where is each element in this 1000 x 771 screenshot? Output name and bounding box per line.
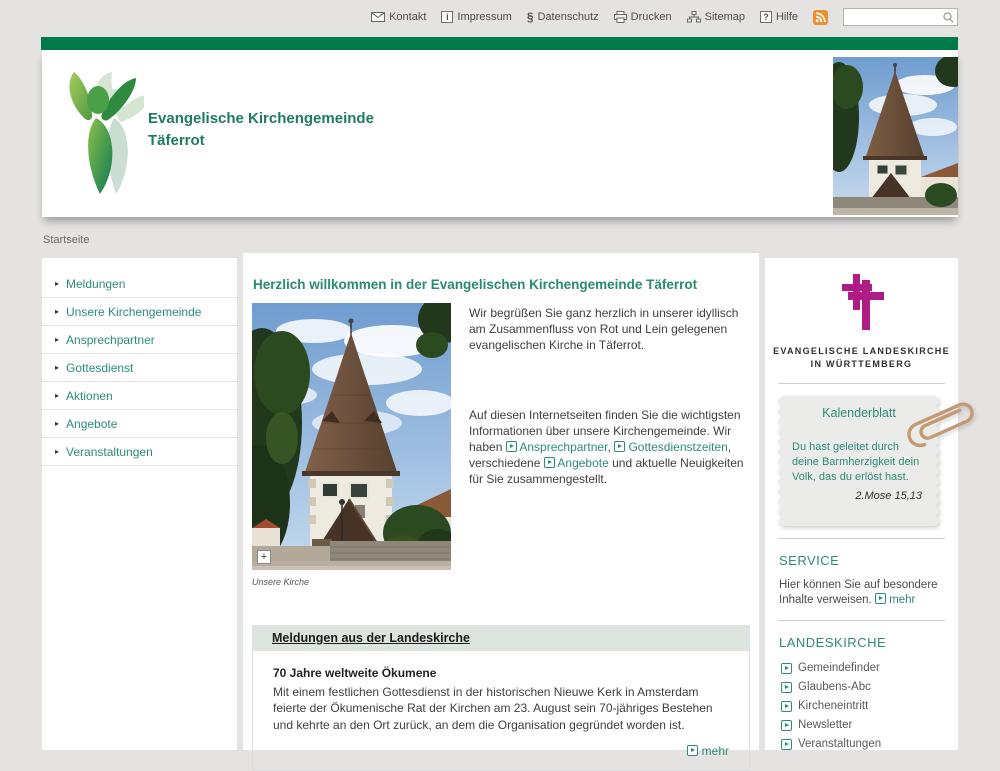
- sitemap-link[interactable]: Sitemap: [687, 11, 745, 23]
- header-church-photo: [833, 57, 958, 215]
- gemeindefinder-link[interactable]: Gemeindefinder: [781, 662, 944, 674]
- triangle-bullet-icon: ▸: [55, 420, 59, 428]
- triangle-bullet-icon: ▸: [55, 336, 59, 344]
- news-section: Meldungen aus der Landeskirche 70 Jahre …: [252, 625, 750, 771]
- sidebar-item-meldungen[interactable]: ▸Meldungen: [42, 270, 237, 298]
- landeskirche-logo-text: Evangelische Landeskirche In Württemberg: [765, 345, 958, 371]
- main-content: Herzlich willkommen in der Evangelischen…: [243, 253, 759, 750]
- printer-icon: [614, 11, 627, 23]
- kalenderblatt-reference: 2.Mose 15,13: [792, 490, 926, 502]
- figure-logo: [58, 66, 144, 203]
- church-figure: + Unsere Kirche: [252, 303, 451, 587]
- news-section-header: Meldungen aus der Landeskirche: [252, 625, 750, 651]
- triangle-bullet-icon: ▸: [55, 280, 59, 288]
- landeskirche-heading: LANDESKIRCHE: [765, 633, 958, 652]
- news-more-link[interactable]: mehr: [702, 744, 729, 758]
- service-more-link[interactable]: mehr: [889, 594, 915, 606]
- kalenderblatt-note: Kalenderblatt Du hast geleitet durch dei…: [778, 396, 940, 526]
- newsletter-link[interactable]: Newsletter: [781, 719, 944, 731]
- drucken-link[interactable]: Drucken: [614, 11, 672, 23]
- triangle-bullet-icon: ▸: [55, 392, 59, 400]
- play-icon: [781, 720, 792, 731]
- question-icon: ?: [760, 11, 772, 23]
- search-input[interactable]: [844, 9, 957, 25]
- play-icon: [781, 682, 792, 693]
- sidebar-item-angebote[interactable]: ▸Angebote: [42, 410, 237, 438]
- sitemap-icon: [687, 11, 701, 23]
- impressum-link[interactable]: i Impressum: [441, 11, 511, 23]
- kalenderblatt-verse: Du hast geleitet durch deine Barmherzigk…: [792, 440, 926, 485]
- envelope-icon: [371, 12, 385, 22]
- right-sidebar: Evangelische Landeskirche In Württemberg…: [765, 258, 958, 750]
- ansprechpartner-link[interactable]: Ansprechpartner: [519, 440, 607, 454]
- site-header: Evangelische Kirchengemeinde Täferrot: [42, 50, 958, 217]
- intro-paragraph-1: Wir begrüßen Sie ganz herzlich in unsere…: [469, 305, 749, 353]
- kalenderblatt-title[interactable]: Kalenderblatt: [792, 406, 926, 420]
- news-article-text: Mit einem festlichen Gottesdienst in der…: [273, 684, 729, 734]
- intro-text: Wir begrüßen Sie ganz herzlich in unsere…: [469, 305, 749, 487]
- divider: [778, 538, 945, 539]
- service-text: Hier können Sie auf besondere Inhalte ve…: [765, 570, 958, 608]
- double-cross-icon: [839, 272, 885, 330]
- landeskirche-logo[interactable]: Evangelische Landeskirche In Württemberg: [765, 258, 958, 371]
- triangle-bullet-icon: ▸: [55, 308, 59, 316]
- service-heading: SERVICE: [765, 551, 958, 570]
- triangle-bullet-icon: ▸: [55, 364, 59, 372]
- kircheneintritt-link[interactable]: Kircheneintritt: [781, 700, 944, 712]
- sidebar-item-unsere-kirchengemeinde[interactable]: ▸Unsere Kirchengemeinde: [42, 298, 237, 326]
- page-title: Herzlich willkommen in der Evangelischen…: [253, 277, 753, 292]
- veranstaltungen-link[interactable]: Veranstaltungen: [781, 738, 944, 750]
- kalenderblatt-widget: Kalenderblatt Du hast geleitet durch dei…: [778, 396, 948, 526]
- sidebar-item-aktionen[interactable]: ▸Aktionen: [42, 382, 237, 410]
- play-icon: [506, 441, 517, 452]
- intro-paragraph-2: Auf diesen Internetseiten finden Sie die…: [469, 407, 749, 487]
- play-icon: [614, 441, 625, 452]
- play-icon: [781, 701, 792, 712]
- hilfe-link[interactable]: ? Hilfe: [760, 11, 798, 23]
- landeskirche-links: Gemeindefinder Glaubens-Abc Kircheneintr…: [765, 652, 958, 750]
- news-section-title[interactable]: Meldungen aus der Landeskirche: [272, 631, 470, 645]
- church-image: +: [252, 303, 451, 570]
- site-title: Evangelische Kirchengemeinde Täferrot: [148, 108, 374, 152]
- sidebar-navigation: ▸Meldungen ▸Unsere Kirchengemeinde ▸Ansp…: [42, 258, 237, 750]
- angebote-link[interactable]: Angebote: [557, 456, 608, 470]
- news-article-title: 70 Jahre weltweite Ökumene: [273, 665, 729, 682]
- divider: [778, 620, 945, 621]
- news-article: 70 Jahre weltweite Ökumene Mit einem fes…: [252, 651, 750, 771]
- play-icon: [781, 663, 792, 674]
- accent-bar: [41, 37, 958, 50]
- play-icon: [687, 745, 698, 756]
- triangle-bullet-icon: ▸: [55, 448, 59, 456]
- search-box: [843, 8, 958, 26]
- top-utility-bar: Kontakt i Impressum § Datenschutz Drucke…: [0, 0, 1000, 34]
- sidebar-item-gottesdienst[interactable]: ▸Gottesdienst: [42, 354, 237, 382]
- kontakt-link[interactable]: Kontakt: [371, 11, 426, 23]
- breadcrumb[interactable]: Startseite: [43, 234, 89, 246]
- glaubens-abc-link[interactable]: Glaubens-Abc: [781, 681, 944, 693]
- zoom-image-button[interactable]: +: [257, 550, 271, 564]
- datenschutz-link[interactable]: § Datenschutz: [527, 10, 599, 24]
- divider: [778, 383, 945, 384]
- image-caption: Unsere Kirche: [252, 577, 451, 587]
- play-icon: [875, 593, 886, 604]
- gottesdienstzeiten-link[interactable]: Gottesdienstzeiten: [628, 440, 727, 454]
- play-icon: [544, 457, 555, 468]
- search-icon[interactable]: [943, 12, 954, 26]
- sidebar-item-ansprechpartner[interactable]: ▸Ansprechpartner: [42, 326, 237, 354]
- play-icon: [781, 739, 792, 750]
- paragraph-icon: §: [527, 10, 534, 24]
- rss-icon[interactable]: [813, 10, 828, 25]
- sidebar-item-veranstaltungen[interactable]: ▸Veranstaltungen: [42, 438, 237, 466]
- info-icon: i: [441, 11, 453, 23]
